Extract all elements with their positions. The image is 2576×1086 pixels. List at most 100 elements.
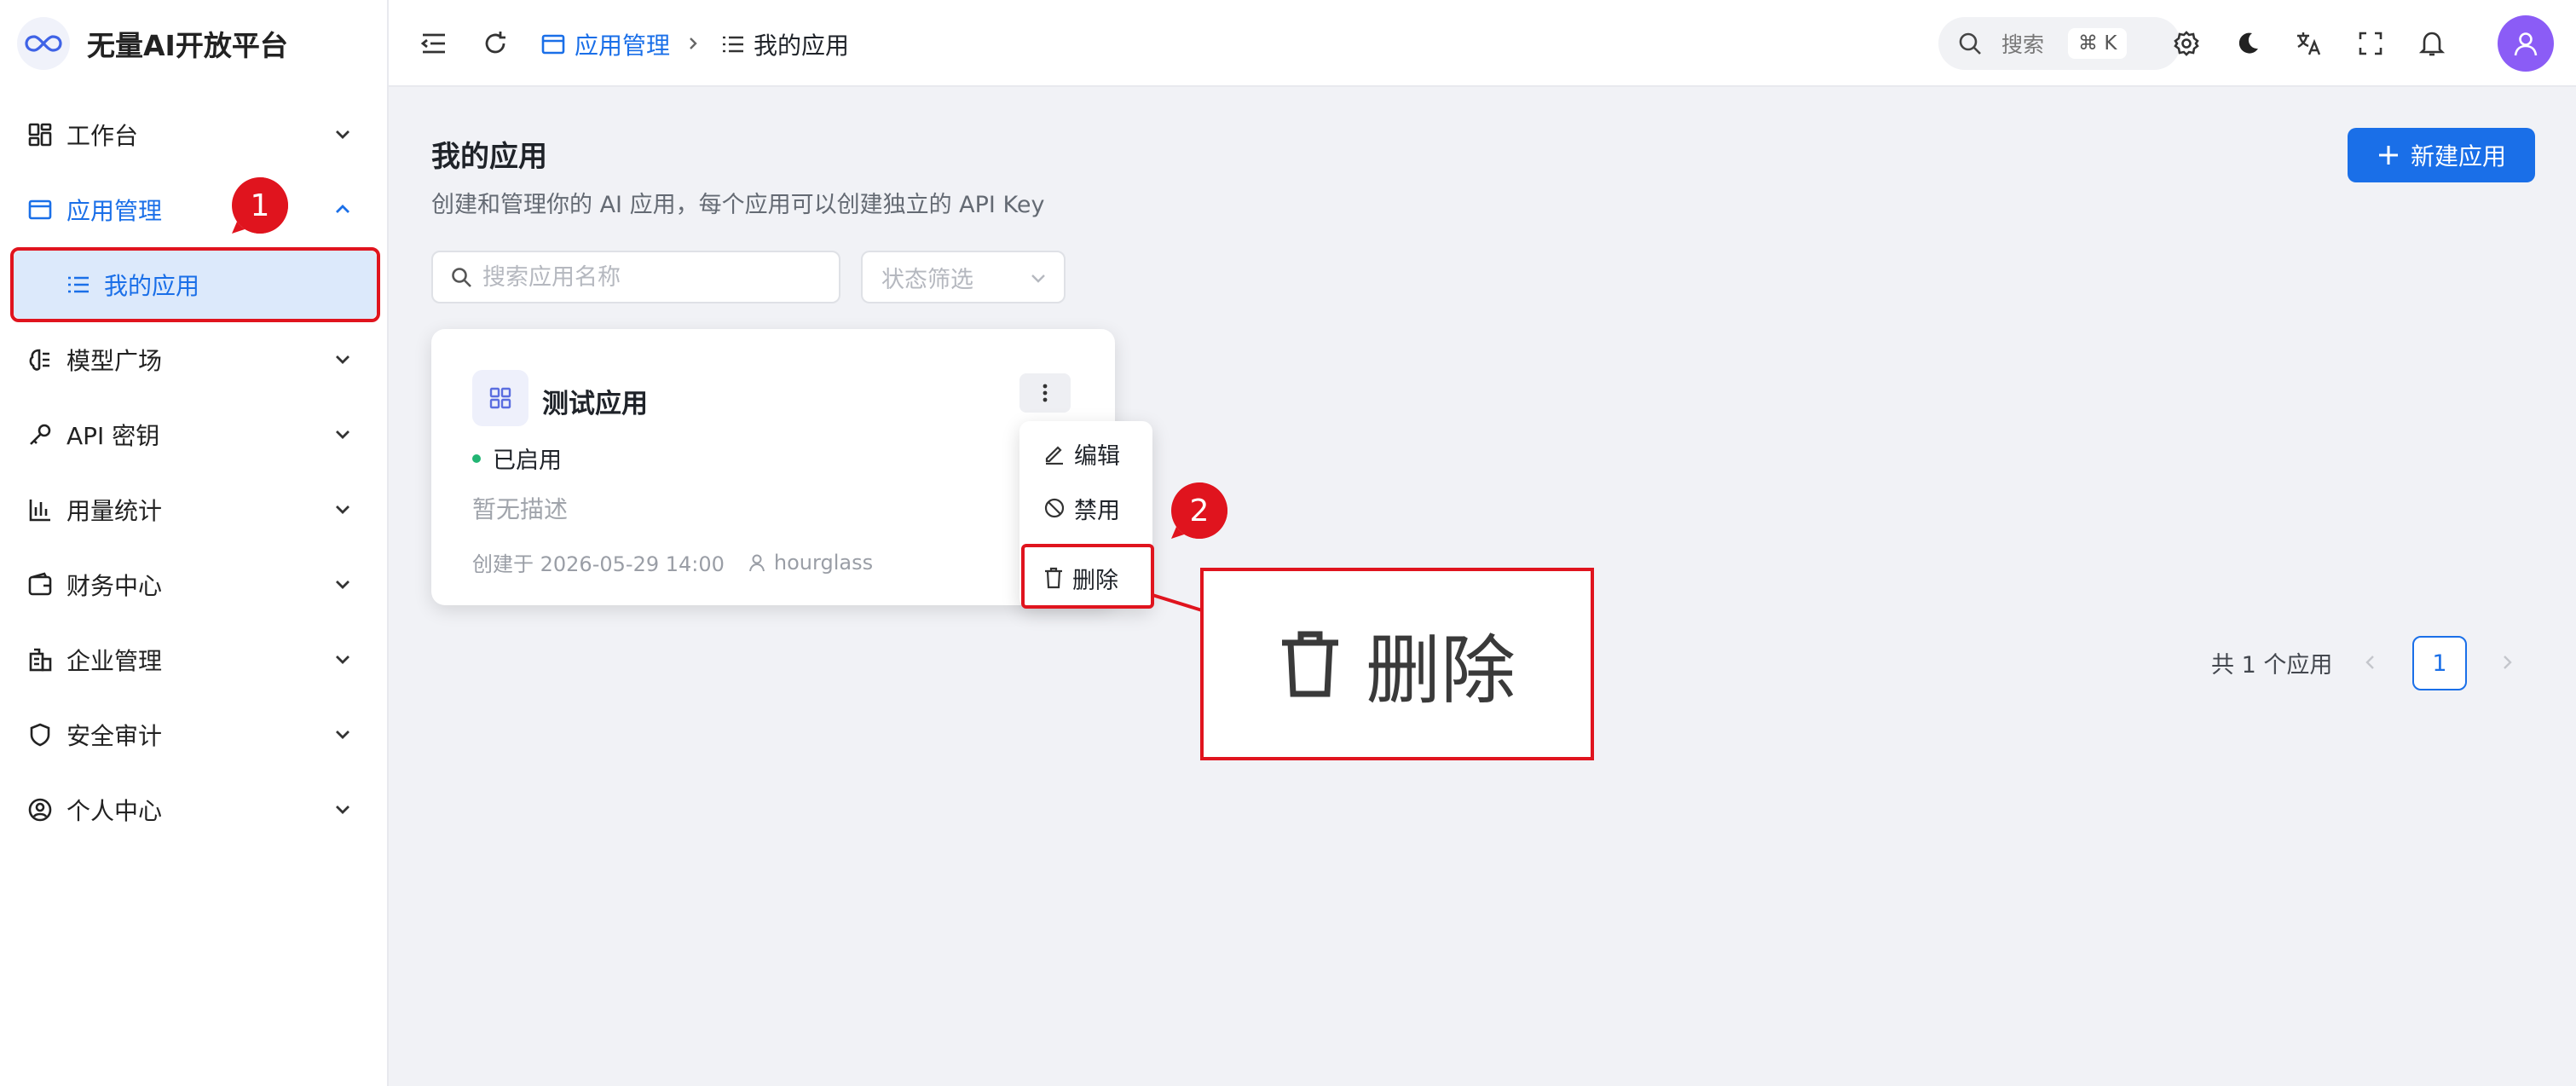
search-shortcut: ⌘ K (2068, 28, 2128, 59)
app-status: 已启用 (472, 442, 562, 475)
callout-connector-line (1152, 593, 1203, 612)
app-window-icon (540, 32, 566, 57)
settings-gear-icon[interactable] (2170, 27, 2203, 60)
more-actions-button[interactable] (1019, 373, 1071, 413)
step-badge-1: 1 (228, 174, 292, 237)
sidebar-item-label: 个人中心 (66, 797, 163, 825)
app-created: 创建于 2026-05-29 14:00 (472, 552, 725, 576)
chevron-down-icon (336, 656, 349, 664)
logo[interactable]: 无量AI开放平台 (17, 15, 288, 72)
app-card[interactable]: 测试应用 已启用 暂无描述 创建于 2026-05-29 14:00 hourg… (431, 329, 1115, 605)
sidebar-item-security-audit[interactable]: 安全审计 (0, 704, 387, 765)
sidebar-item-app-management[interactable]: 应用管理 (0, 179, 387, 240)
user-icon (748, 554, 765, 571)
sidebar-item-label: 工作台 (66, 122, 139, 150)
user-avatar[interactable] (2498, 15, 2554, 72)
translate-icon[interactable] (2293, 27, 2325, 60)
breadcrumb-label: 应用管理 (575, 32, 671, 60)
menu-item-edit[interactable]: 编辑 (1043, 436, 1120, 471)
dark-mode-moon-icon[interactable] (2232, 27, 2264, 60)
breadcrumb-label: 我的应用 (754, 32, 850, 60)
refresh-icon[interactable] (479, 27, 511, 60)
chevron-down-icon (336, 731, 349, 739)
highlight-box-my-apps (10, 247, 380, 322)
breadcrumb-my-apps: 我的应用 (721, 27, 849, 61)
status-filter-placeholder: 状态筛选 (881, 266, 973, 293)
fullscreen-icon[interactable] (2354, 27, 2387, 60)
sidebar-item-label: 应用管理 (66, 197, 163, 225)
chevron-down-icon (336, 130, 349, 139)
app-owner: hourglass (747, 551, 873, 575)
breadcrumb-app-management[interactable]: 应用管理 (540, 27, 670, 61)
infinity-icon (17, 17, 70, 70)
bar-chart-icon (26, 495, 55, 524)
global-search-button[interactable]: 搜索 ⌘ K (1938, 17, 2180, 70)
brain-icon (26, 345, 55, 374)
dashboard-grid-icon (26, 120, 55, 149)
pagination-prev-icon[interactable] (2359, 651, 2382, 673)
zoom-label: 删除 (1365, 626, 1516, 714)
status-filter-select[interactable]: 状态筛选 (861, 251, 1066, 303)
page-title: 我的应用 (431, 140, 547, 174)
chevron-down-icon (336, 806, 349, 814)
pagination-next-icon[interactable] (2496, 651, 2518, 673)
status-dot (472, 453, 481, 463)
sidebar-item-label: 安全审计 (66, 722, 163, 750)
app-owner-name: hourglass (773, 550, 874, 575)
pagination-page-current[interactable]: 1 (2412, 636, 2467, 690)
app-window-icon (26, 195, 55, 224)
sidebar-item-workbench[interactable]: 工作台 (0, 104, 387, 165)
sidebar-item-api-keys[interactable]: API 密钥 (0, 404, 387, 465)
search-icon (1957, 31, 1983, 56)
app-grid-icon (472, 370, 528, 426)
zoom-callout-delete: 删除 (1200, 568, 1594, 760)
new-app-button[interactable]: 新建应用 (2348, 128, 2535, 182)
sidebar-item-finance[interactable]: 财务中心 (0, 554, 387, 615)
key-icon (26, 420, 55, 449)
step-number: 2 (1189, 493, 1210, 529)
breadcrumb-separator-icon (677, 27, 709, 60)
menu-item-label: 禁用 (1074, 497, 1120, 524)
wallet-icon (26, 570, 55, 599)
sidebar-item-profile[interactable]: 个人中心 (0, 779, 387, 840)
sidebar-item-model-plaza[interactable]: 模型广场 (0, 329, 387, 390)
app-search-input[interactable] (482, 263, 823, 291)
app-status-label: 已启用 (493, 448, 562, 474)
chevron-up-icon (336, 205, 349, 213)
sidebar: 无量AI开放平台 工作台 应用管理 我的应用 模型广场 API 密钥 用量统计 … (0, 0, 389, 1086)
sidebar-item-usage[interactable]: 用量统计 (0, 479, 387, 540)
notification-bell-icon[interactable] (2416, 27, 2448, 60)
app-name: 测试应用 (542, 389, 648, 419)
menu-item-label: 编辑 (1074, 442, 1120, 470)
plus-icon (2378, 146, 2398, 165)
new-app-label: 新建应用 (2410, 142, 2506, 170)
chevron-down-icon (336, 581, 349, 589)
sidebar-item-label: 财务中心 (66, 572, 163, 600)
search-label: 搜索 (2001, 32, 2045, 57)
step-badge-2: 2 (1168, 479, 1231, 542)
user-icon (2514, 32, 2538, 56)
app-description: 暂无描述 (472, 495, 569, 523)
menu-item-disable[interactable]: 禁用 (1043, 491, 1120, 525)
app-search-field[interactable] (431, 251, 840, 303)
ban-icon (1044, 498, 1065, 518)
trash-icon (1281, 631, 1338, 697)
menu-fold-icon[interactable] (418, 27, 450, 60)
sidebar-item-enterprise[interactable]: 企业管理 (0, 629, 387, 690)
chevron-down-icon (336, 430, 349, 439)
app-meta: 创建于 2026-05-29 14:00 hourglass (472, 547, 873, 577)
chevron-down-icon (336, 355, 349, 364)
sidebar-item-label: API 密钥 (66, 422, 160, 450)
sidebar-item-label: 模型广场 (66, 347, 163, 375)
top-header: 应用管理 我的应用 搜索 ⌘ K (389, 0, 2576, 87)
search-icon (452, 268, 471, 287)
building-icon (26, 645, 55, 674)
shield-icon (26, 720, 55, 749)
page-description: 创建和管理你的 AI 应用，每个应用可以创建独立的 API Key (431, 192, 1045, 218)
sidebar-item-label: 用量统计 (66, 497, 163, 525)
highlight-box-delete (1021, 544, 1154, 609)
chevron-down-icon (336, 505, 349, 514)
brand-name: 无量AI开放平台 (87, 29, 288, 62)
sidebar-item-label: 企业管理 (66, 647, 163, 675)
more-vertical-icon (1043, 384, 1048, 402)
